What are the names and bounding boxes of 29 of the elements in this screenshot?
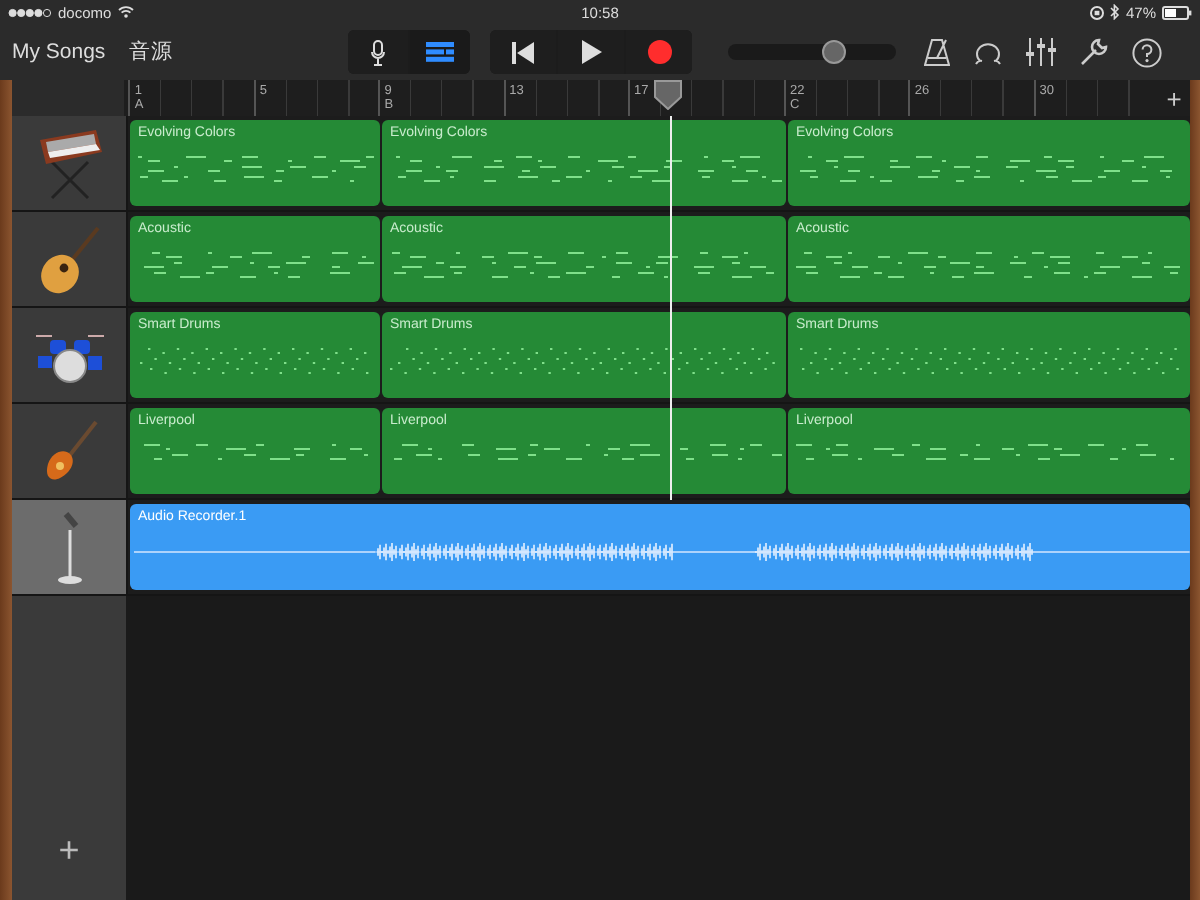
help-icon xyxy=(1132,37,1162,67)
wifi-icon xyxy=(117,6,134,18)
volume-slider[interactable] xyxy=(728,40,896,64)
add-section-button[interactable]: + xyxy=(1158,80,1190,116)
tracks-view-icon xyxy=(426,42,454,62)
playhead-handle[interactable] xyxy=(654,80,683,110)
volume-thumb[interactable] xyxy=(821,40,846,64)
metronome-icon xyxy=(924,38,950,66)
play-icon xyxy=(581,40,601,64)
signal-icon xyxy=(8,7,52,17)
mixer-button[interactable] xyxy=(1026,38,1056,66)
bluetooth-icon xyxy=(1109,4,1120,20)
record-icon xyxy=(647,40,671,64)
mixer-sliders-icon xyxy=(1026,38,1056,66)
wrench-icon xyxy=(1080,38,1108,66)
metronome-button[interactable] xyxy=(924,38,950,66)
rotation-lock-icon xyxy=(1089,5,1104,19)
battery-icon xyxy=(1162,5,1192,19)
skip-back-icon xyxy=(512,41,534,63)
microphone-icon xyxy=(370,39,386,65)
help-button[interactable] xyxy=(1132,37,1162,67)
sources-button[interactable]: 音源 xyxy=(129,38,174,66)
loop-button[interactable] xyxy=(974,38,1002,66)
my-songs-button[interactable]: My Songs xyxy=(12,38,106,66)
acoustic-guitar-icon xyxy=(37,223,101,295)
loop-icon xyxy=(974,38,1002,66)
synthesizer-icon xyxy=(35,127,103,199)
settings-button[interactable] xyxy=(1080,38,1108,66)
add-track-button[interactable]: + xyxy=(58,830,80,872)
